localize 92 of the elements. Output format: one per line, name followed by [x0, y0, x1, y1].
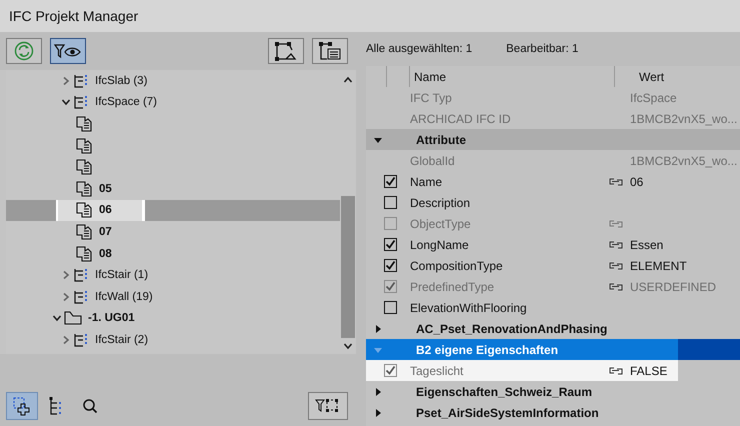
expand-caret-icon[interactable] [61, 270, 71, 280]
class-tree-icon [73, 95, 89, 110]
checkbox[interactable] [384, 196, 396, 209]
collapse-caret-icon[interactable] [61, 97, 71, 108]
property-value: 1BMCB2vnX5_wo... [629, 112, 738, 126]
room-icon [76, 116, 93, 132]
column-header[interactable]: Name [410, 70, 614, 84]
room-icon [76, 138, 93, 154]
property-value: 1BMCB2vnX5_wo... [629, 154, 738, 168]
property-group-name[interactable]: Attribute [416, 132, 466, 146]
property-name: ARCHICAD IFC ID [410, 112, 512, 126]
room-icon [76, 202, 93, 218]
property-name: CompositionType [410, 258, 504, 272]
property-group-name[interactable]: AC_Pset_RenovationAndPhasing [416, 322, 608, 336]
tree-item[interactable]: -1. UG01 [6, 308, 340, 330]
geometry-list-button[interactable] [312, 38, 348, 64]
tree-item[interactable]: IfcStair (2) [6, 329, 340, 351]
property-group-name[interactable]: Pset_AirSideSystemInformation [416, 406, 599, 420]
property-name: GlobalId [410, 154, 456, 168]
property-name: LongName [410, 238, 470, 252]
select-add-button[interactable] [6, 392, 38, 420]
class-tree-icon [73, 268, 89, 282]
class-tree-icon [73, 74, 89, 88]
tree-item-label: 05 [99, 182, 112, 195]
refresh-button[interactable] [6, 38, 42, 64]
tree-item-label: -1. UG01 [88, 312, 135, 324]
property-name: Description [410, 196, 472, 210]
window-title: IFC Projekt Manager [9, 8, 138, 24]
collapse-triangle-icon[interactable] [374, 136, 382, 144]
property-value: ELEMENT [629, 258, 688, 272]
tree-item-label: IfcSlab (3) [95, 74, 148, 87]
summary-text: Bearbeitbar: 1 [506, 43, 578, 55]
property-value: FALSE [629, 364, 668, 378]
tree-item-label: IfcWall (19) [95, 290, 153, 303]
refresh-icon [14, 41, 34, 61]
checkbox[interactable] [384, 175, 396, 188]
checkbox[interactable] [384, 259, 396, 272]
class-tree-icon [73, 332, 89, 347]
property-name: Tageslicht [410, 364, 464, 378]
property-name: PredefinedType [410, 280, 496, 294]
room-icon [76, 224, 93, 240]
tree-item-label: 08 [99, 248, 112, 260]
column-header[interactable]: Wert [637, 70, 740, 84]
room-icon [76, 246, 93, 262]
room-icon [76, 180, 93, 197]
expand-caret-icon[interactable] [61, 292, 71, 302]
scroll-down-icon[interactable] [343, 342, 353, 350]
tree-item-label: IfcStair (1) [95, 269, 148, 282]
property-value: 06 [629, 174, 644, 188]
expand-triangle-icon[interactable] [374, 324, 382, 332]
tree-item[interactable]: IfcWall (19) [6, 286, 340, 308]
property-name: Name [410, 174, 444, 188]
tree-item[interactable]: IfcSlab (3) [6, 70, 340, 92]
tree-item[interactable]: IfcSpace (7) [6, 92, 340, 114]
scroll-up-icon[interactable] [343, 76, 353, 84]
expand-caret-icon[interactable] [61, 334, 71, 345]
search-icon [82, 398, 98, 414]
tree-item-label: 07 [99, 226, 112, 238]
collapse-caret-icon[interactable] [52, 313, 62, 324]
shape-list-icon [317, 41, 343, 61]
property-name: IFC Typ [410, 90, 453, 104]
class-tree-icon [73, 290, 89, 304]
tree-item[interactable]: 08 [6, 242, 340, 264]
tree-item[interactable]: 05 [6, 178, 340, 200]
property-value: Essen [629, 238, 664, 252]
tree-item-label: IfcStair (2) [95, 334, 148, 346]
room-icon [76, 159, 93, 176]
checkbox[interactable] [384, 238, 396, 251]
property-value: IfcSpace [629, 90, 678, 104]
checkbox[interactable] [384, 301, 396, 314]
tree-icon [48, 397, 64, 415]
summary-text: Alle ausgewählten: 1 [366, 43, 472, 55]
tree-item[interactable]: 07 [6, 221, 340, 243]
tree-item[interactable]: 06 [6, 200, 340, 222]
property-name: ObjectType [410, 216, 472, 230]
filter-eye-button[interactable] [50, 38, 86, 64]
filter-select-icon [315, 397, 341, 415]
expand-triangle-icon[interactable] [374, 408, 382, 416]
geometry-button[interactable] [268, 38, 304, 64]
tree-item-label: 06 [99, 204, 112, 216]
tree-item[interactable]: IfcStair (1) [6, 264, 340, 286]
storey-icon [64, 311, 82, 326]
property-value: USERDEFINED [629, 280, 718, 294]
filter-select-button[interactable] [308, 392, 348, 420]
property-group-name[interactable]: Eigenschaften_Schweiz_Raum [416, 384, 592, 398]
shape-icon [273, 41, 299, 61]
expand-caret-icon[interactable] [61, 76, 71, 86]
tree-item-label: IfcSpace (7) [95, 96, 157, 108]
property-name: ElevationWithFlooring [410, 300, 528, 314]
select-add-icon [12, 396, 32, 416]
filter-eye-icon [53, 42, 83, 60]
expand-triangle-icon[interactable] [374, 388, 382, 396]
